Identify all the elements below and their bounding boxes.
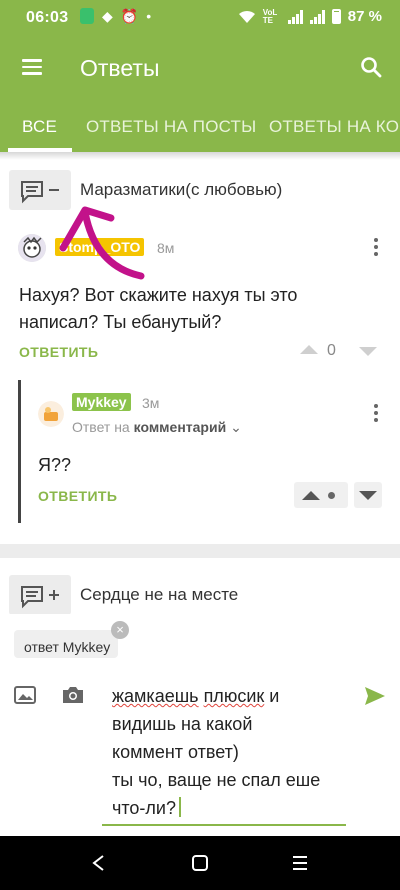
image-icon[interactable]: [14, 686, 36, 704]
reply-composer: ответ Mykkey × ~ ~ ~ ~ ~ жамкаешь плюсик…: [0, 614, 400, 836]
downvote-box[interactable]: [354, 482, 382, 508]
comment-time: 3м: [142, 395, 160, 411]
signal-icon: [287, 9, 303, 24]
more-options-icon[interactable]: [374, 404, 380, 422]
upvote-icon[interactable]: [300, 345, 318, 354]
tab-bar: ВСЕ ОТВЕТЫ НА ПОСТЫ ОТВЕТЫ НА КО: [0, 100, 400, 152]
post-header[interactable]: Сердце не на месте: [0, 575, 400, 619]
more-options-icon[interactable]: [374, 238, 380, 256]
more-notifications-icon: •: [146, 8, 152, 24]
app-bar: Ответы: [0, 36, 400, 100]
downvote-icon[interactable]: [359, 347, 377, 356]
alarm-icon: ⏰: [120, 8, 139, 24]
upvote-box[interactable]: [294, 482, 348, 508]
avatar[interactable]: [18, 234, 46, 262]
camera-icon[interactable]: [61, 685, 85, 705]
search-icon[interactable]: [360, 56, 382, 78]
post-title[interactable]: Сердце не на месте: [80, 585, 238, 605]
volte-icon: VoLTE: [262, 7, 278, 25]
system-nav-bar: [0, 836, 400, 890]
comment-text: Я??: [38, 455, 72, 475]
status-bar: 06:03 ◆ ⏰ • VoLTE 87 %: [0, 0, 400, 36]
tab-replies-to-posts[interactable]: ОТВЕТЫ НА ПОСТЫ: [86, 117, 256, 137]
send-icon[interactable]: [364, 686, 386, 706]
avatar[interactable]: [38, 401, 64, 427]
menu-icon[interactable]: [22, 59, 42, 75]
reply-button[interactable]: ОТВЕТИТЬ: [19, 344, 98, 360]
status-time: 06:03: [26, 9, 69, 26]
battery-icon: [331, 9, 341, 24]
chevron-down-icon[interactable]: ⌄: [230, 419, 242, 435]
signal-2-icon: [309, 9, 325, 24]
page-title: Ответы: [80, 55, 160, 81]
back-icon[interactable]: [89, 853, 109, 873]
vpn-key-icon: ◆: [102, 8, 113, 24]
author-badge[interactable]: Mykkey: [72, 393, 131, 411]
comments-expand-icon[interactable]: [9, 575, 71, 615]
annotation-arrow: [59, 206, 145, 280]
tab-all[interactable]: ВСЕ: [22, 117, 57, 137]
parent-comment-link[interactable]: комментарий: [134, 419, 227, 435]
recent-apps-icon[interactable]: [290, 853, 310, 873]
reply-context: Ответ на комментарий ⌄: [72, 419, 242, 435]
tab-replies-to-comments[interactable]: ОТВЕТЫ НА КО: [269, 117, 399, 137]
reply-target-chip: ответ Mykkey: [14, 630, 118, 658]
app-notification-icon: [80, 8, 94, 24]
battery-percent: 87 %: [347, 8, 382, 25]
upvote-icon[interactable]: [302, 491, 320, 500]
neutral-dot-icon: [328, 492, 335, 499]
comment-score: 0: [327, 342, 336, 359]
downvote-icon[interactable]: [359, 491, 377, 500]
wifi-icon: [238, 10, 255, 23]
reply-button[interactable]: ОТВЕТИТЬ: [38, 488, 117, 504]
text-caret: [179, 797, 181, 817]
close-icon[interactable]: ×: [111, 621, 129, 639]
home-icon[interactable]: [190, 853, 210, 873]
comment-text: Нахуя? Вот скажите нахуя ты это написал?…: [19, 285, 298, 332]
reply-input[interactable]: жамкаешь плюсик и видишь на какой коммен…: [112, 682, 362, 822]
comment-time: 8м: [157, 240, 175, 256]
thread-line: [18, 380, 21, 523]
